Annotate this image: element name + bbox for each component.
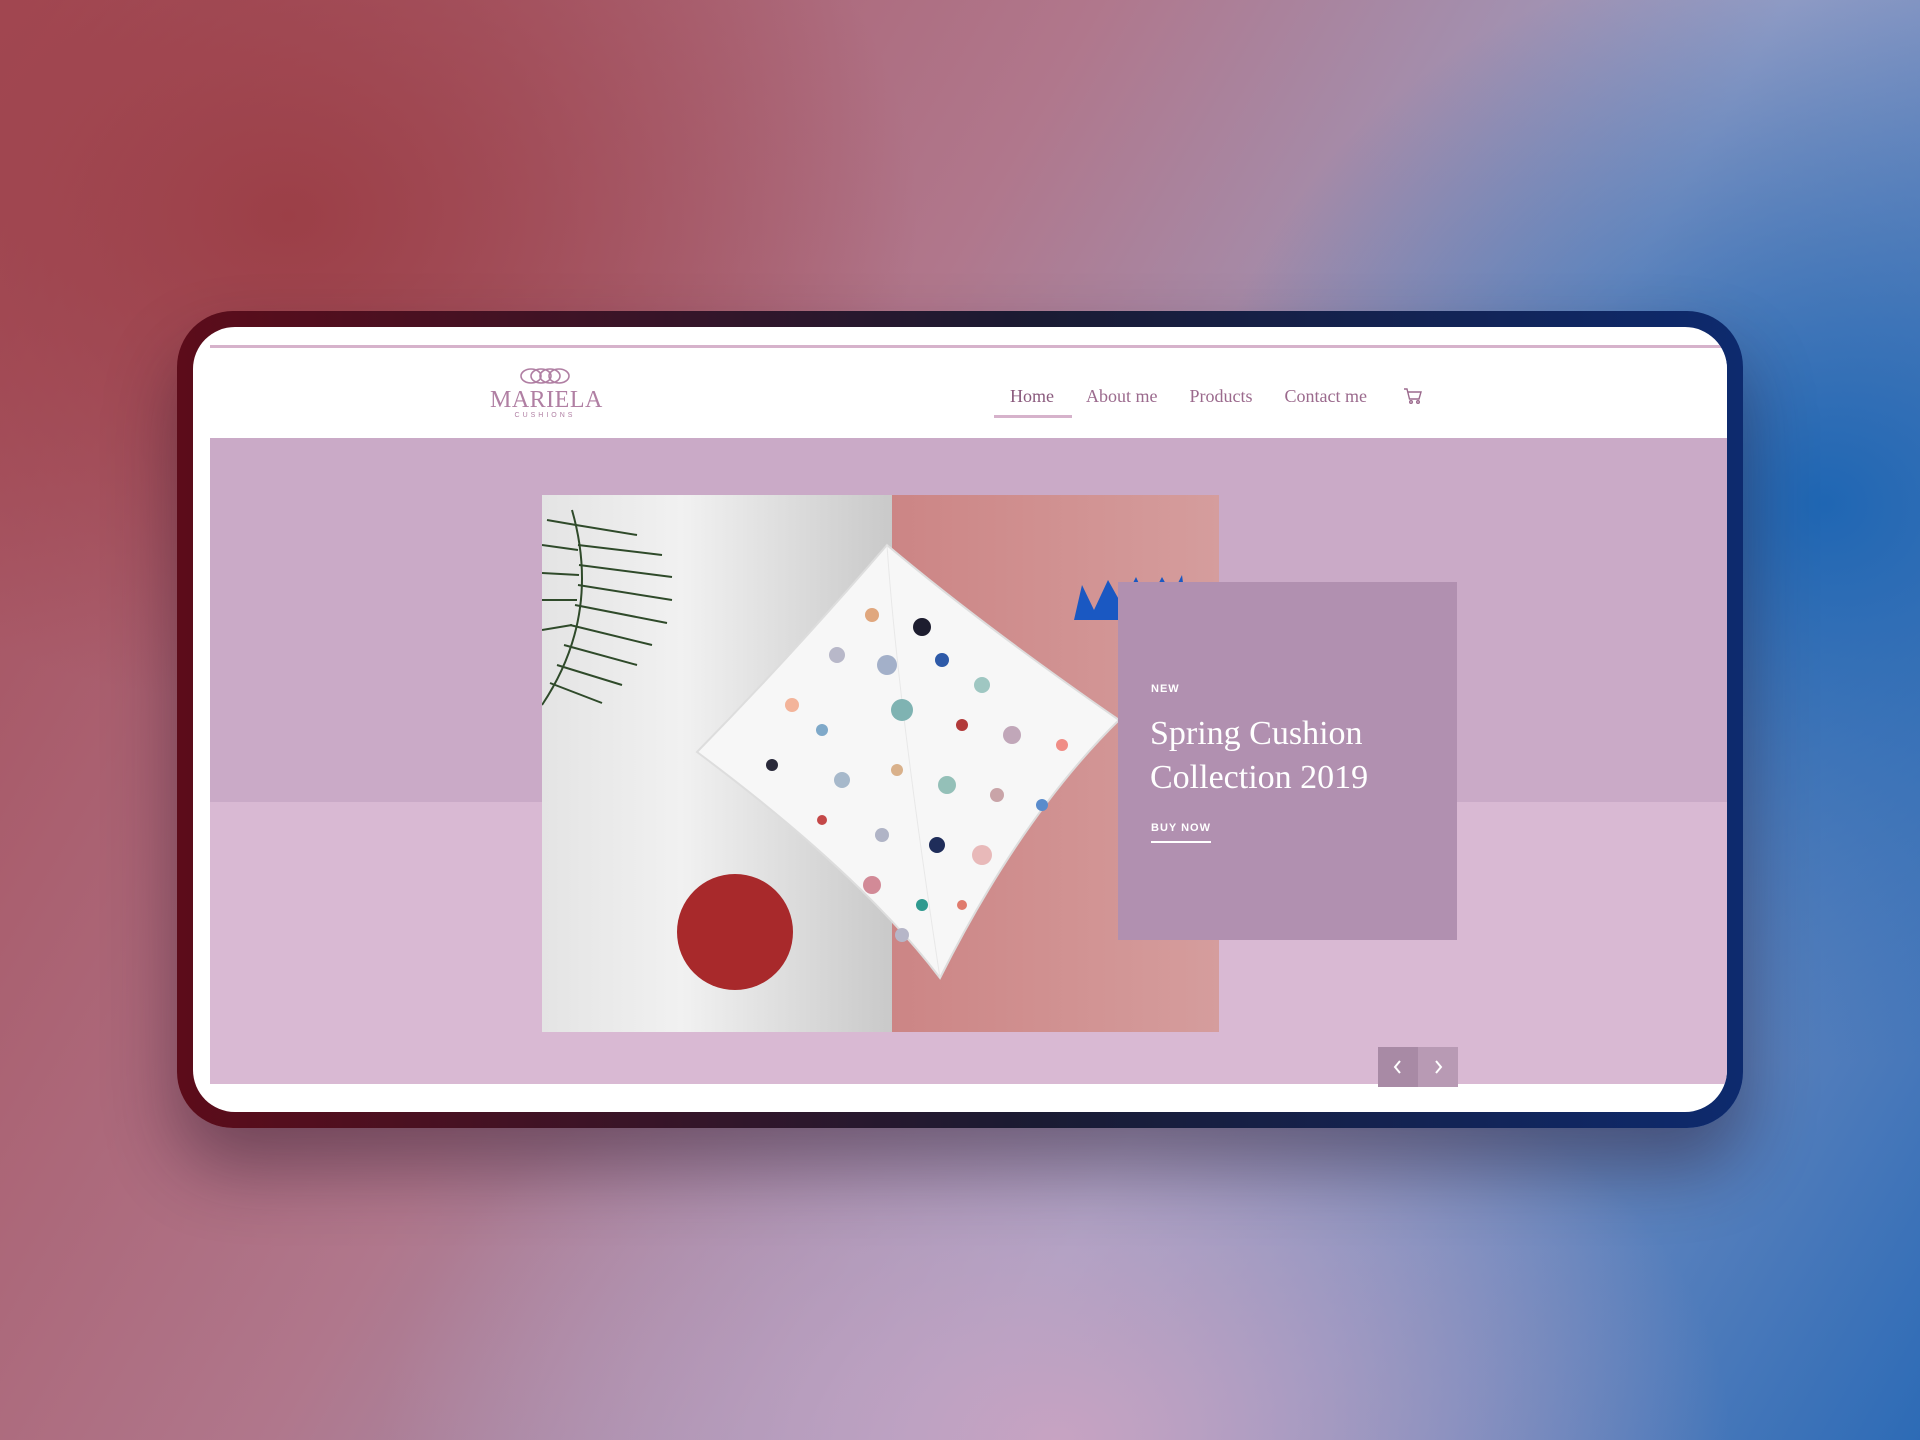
promo-title: Spring Cushion Collection 2019	[1150, 715, 1369, 796]
brand-name: MARIELA	[490, 387, 603, 413]
red-circle-decoration	[677, 874, 793, 990]
brand-tagline: CUSHIONS	[514, 412, 576, 419]
cart-icon[interactable]	[1403, 387, 1423, 405]
device-screen: MARIELA CUSHIONS Home About me Products …	[193, 327, 1727, 1112]
nav-active-indicator	[994, 415, 1072, 418]
nav-products[interactable]: Products	[1190, 386, 1253, 407]
website: MARIELA CUSHIONS Home About me Products …	[210, 327, 1727, 1095]
buy-now-link[interactable]: BUY NOW	[1151, 822, 1211, 843]
chevron-right-icon	[1435, 1060, 1443, 1074]
nav-home[interactable]: Home	[1010, 386, 1054, 407]
nav-contact-me[interactable]: Contact me	[1285, 386, 1367, 407]
promo-card: NEW Spring Cushion Collection 2019 BUY N…	[1118, 582, 1457, 940]
promo-badge: NEW	[1151, 683, 1180, 695]
slider-controls	[1378, 1047, 1458, 1087]
slider-prev-button[interactable]	[1378, 1047, 1418, 1087]
palm-leaf-icon	[542, 509, 673, 706]
brand-logo[interactable]: MARIELA CUSHIONS	[490, 366, 603, 426]
nav-about-me[interactable]: About me	[1086, 386, 1158, 407]
slider-next-button[interactable]	[1418, 1047, 1458, 1087]
logo-rings-icon	[520, 368, 570, 384]
main-nav: Home About me Products Contact me	[1010, 376, 1423, 416]
hero-slider: NEW Spring Cushion Collection 2019 BUY N…	[210, 438, 1727, 1087]
site-header: MARIELA CUSHIONS Home About me Products …	[210, 348, 1727, 438]
device-frame: MARIELA CUSHIONS Home About me Products …	[177, 311, 1743, 1128]
chevron-left-icon	[1393, 1060, 1401, 1074]
